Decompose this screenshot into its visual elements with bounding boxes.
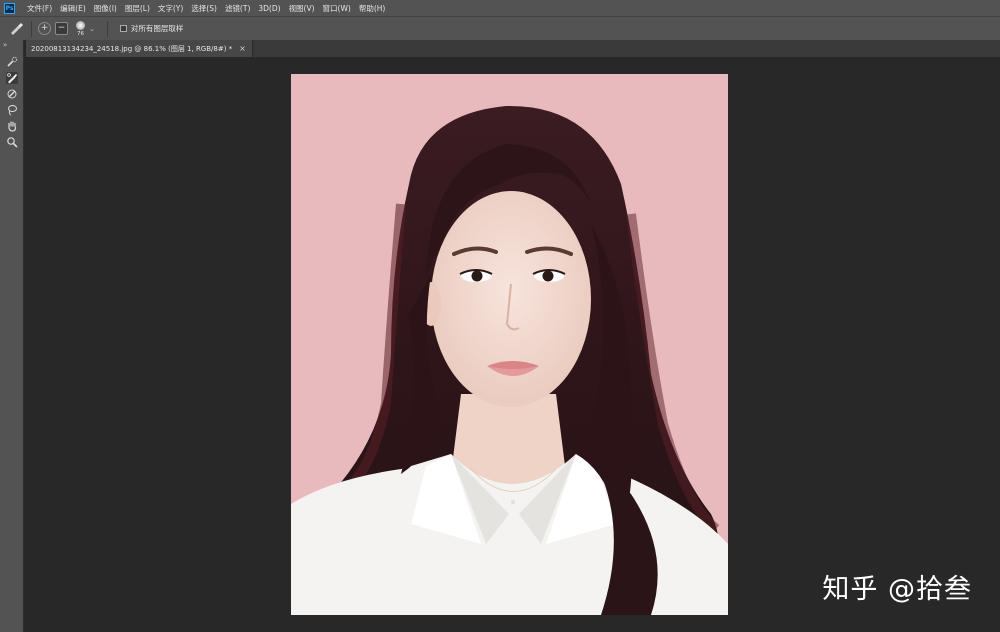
tools-panel: » xyxy=(0,40,24,632)
brush-tool-icon xyxy=(11,22,23,35)
menu-file[interactable]: 文件(F) xyxy=(23,3,56,14)
portrait-photo xyxy=(291,74,728,615)
canvas-area[interactable]: 知乎 @拾叁 xyxy=(25,57,1000,632)
document-tab[interactable]: 20200813134234_24518.jpg @ 86.1% (图层 1, … xyxy=(26,40,253,57)
menu-view[interactable]: 视图(V) xyxy=(285,3,319,14)
chevron-down-icon[interactable]: ⌄ xyxy=(89,25,95,33)
close-icon[interactable]: × xyxy=(239,44,246,53)
brush-size-value: 76 xyxy=(77,30,84,37)
lasso-tool[interactable] xyxy=(0,102,24,118)
brush-tip-icon xyxy=(76,20,85,30)
add-to-selection-button[interactable]: + xyxy=(38,22,51,35)
watermark: 知乎 @拾叁 xyxy=(822,574,972,605)
quick-selection-icon xyxy=(7,56,18,67)
quick-selection-tool[interactable] xyxy=(0,54,24,70)
menu-3d[interactable]: 3D(D) xyxy=(254,4,284,13)
menu-layer[interactable]: 图层(L) xyxy=(121,3,154,14)
hand-icon xyxy=(8,121,17,132)
document-tab-title: 20200813134234_24518.jpg @ 86.1% (图层 1, … xyxy=(31,44,233,53)
separator xyxy=(31,20,32,37)
refine-edge-brush-tool[interactable] xyxy=(0,70,24,86)
brush-preset-picker[interactable]: 76 xyxy=(76,20,85,37)
zoom-icon xyxy=(7,137,18,148)
tool-preset-picker[interactable] xyxy=(9,22,25,35)
zoom-tool[interactable] xyxy=(0,134,24,150)
menu-image[interactable]: 图像(I) xyxy=(90,3,121,14)
document-tab-bar: 20200813134234_24518.jpg @ 86.1% (图层 1, … xyxy=(26,40,1000,57)
menu-edit[interactable]: 编辑(E) xyxy=(56,3,90,14)
subtract-from-selection-button[interactable]: − xyxy=(55,22,68,35)
collapse-panel-button[interactable]: » xyxy=(0,40,23,50)
lasso-icon xyxy=(8,105,17,116)
select-and-mask-brush-icon xyxy=(6,72,18,84)
menu-window[interactable]: 窗口(W) xyxy=(319,3,355,14)
options-bar: + − 76 ⌄ 对所有图层取样 xyxy=(0,16,1000,40)
brush-refine-tool[interactable] xyxy=(0,86,24,102)
refine-edge-brush-icon xyxy=(7,89,17,99)
plus-icon: + xyxy=(40,23,49,33)
sample-all-layers-label: 对所有图层取样 xyxy=(130,24,184,33)
menu-select[interactable]: 选择(S) xyxy=(187,3,221,14)
menu-filter[interactable]: 滤镜(T) xyxy=(221,3,254,14)
menu-type[interactable]: 文字(Y) xyxy=(154,3,187,14)
hand-tool[interactable] xyxy=(0,118,24,134)
separator xyxy=(106,20,108,37)
photoshop-logo-icon[interactable]: Ps xyxy=(4,2,15,14)
minus-icon: − xyxy=(57,23,66,33)
menu-help[interactable]: 帮助(H) xyxy=(355,3,390,14)
document-canvas[interactable] xyxy=(291,74,728,615)
menu-bar: Ps 文件(F) 编辑(E) 图像(I) 图层(L) 文字(Y) 选择(S) 滤… xyxy=(0,0,1000,16)
sample-all-layers-checkbox[interactable] xyxy=(119,25,127,32)
